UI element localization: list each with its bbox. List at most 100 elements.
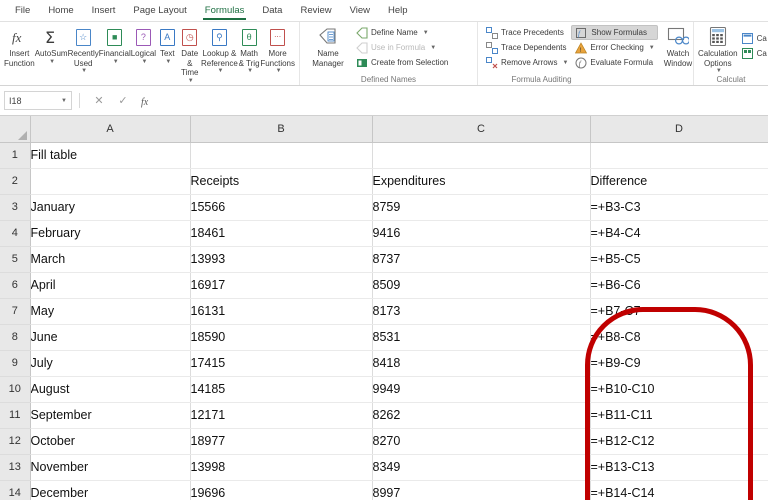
cell-B11[interactable]: 12171 xyxy=(190,402,372,428)
row-header-10[interactable]: 10 xyxy=(0,376,30,402)
tab-review[interactable]: Review xyxy=(291,0,340,22)
logical-button[interactable]: ? Logical ▼ xyxy=(131,24,156,65)
cell-A12[interactable]: October xyxy=(30,428,190,454)
watch-window-button[interactable]: Watch Window xyxy=(664,24,692,68)
row-header-1[interactable]: 1 xyxy=(0,142,30,168)
cell-A6[interactable]: April xyxy=(30,272,190,298)
cell-A3[interactable]: January xyxy=(30,194,190,220)
chevron-down-icon[interactable]: ▼ xyxy=(81,68,87,74)
cell-C11[interactable]: 8262 xyxy=(372,402,590,428)
row-header-13[interactable]: 13 xyxy=(0,454,30,480)
chevron-down-icon[interactable]: ▼ xyxy=(217,68,223,74)
cell-A9[interactable]: July xyxy=(30,350,190,376)
cell-B5[interactable]: 13993 xyxy=(190,246,372,272)
trace-dependents-button[interactable]: Trace Dependents xyxy=(482,40,571,55)
chevron-down-icon[interactable]: ▼ xyxy=(430,45,436,51)
enter-icon[interactable]: ✓ xyxy=(111,91,135,110)
chevron-down-icon[interactable]: ▼ xyxy=(61,98,67,104)
cell-A8[interactable]: June xyxy=(30,324,190,350)
cell-B2[interactable]: Receipts xyxy=(190,168,372,194)
show-formulas-button[interactable]: f Show Formulas xyxy=(571,25,657,40)
formula-input[interactable] xyxy=(163,91,768,110)
tab-data[interactable]: Data xyxy=(253,0,291,22)
cell-D5[interactable]: =+B5-C5 xyxy=(590,246,768,272)
cell-A14[interactable]: December xyxy=(30,480,190,500)
create-from-selection-button[interactable]: Create from Selection xyxy=(352,55,451,70)
row-header-5[interactable]: 5 xyxy=(0,246,30,272)
cell-C4[interactable]: 9416 xyxy=(372,220,590,246)
cell-C13[interactable]: 8349 xyxy=(372,454,590,480)
calculation-options-button[interactable]: Calculation Options ▼ xyxy=(698,24,738,74)
date-time-button[interactable]: ◷ Date & Time ▼ xyxy=(179,24,201,84)
autosum-button[interactable]: Σ AutoSum ▼ xyxy=(35,24,68,65)
column-header-c[interactable]: C xyxy=(372,116,590,142)
cell-A7[interactable]: May xyxy=(30,298,190,324)
row-header-7[interactable]: 7 xyxy=(0,298,30,324)
financial-button[interactable]: ■ Financial ▼ xyxy=(99,24,131,65)
cell-B6[interactable]: 16917 xyxy=(190,272,372,298)
cell-B8[interactable]: 18590 xyxy=(190,324,372,350)
text-button[interactable]: A Text ▼ xyxy=(156,24,178,65)
row-header-4[interactable]: 4 xyxy=(0,220,30,246)
cancel-icon[interactable]: ✕ xyxy=(87,91,111,110)
row-header-9[interactable]: 9 xyxy=(0,350,30,376)
cell-B9[interactable]: 17415 xyxy=(190,350,372,376)
cell-D7[interactable]: =+B7-C7 xyxy=(590,298,768,324)
evaluate-formula-button[interactable]: f Evaluate Formula xyxy=(571,55,657,70)
chevron-down-icon[interactable]: ▼ xyxy=(649,45,655,51)
chevron-down-icon[interactable]: ▼ xyxy=(423,30,429,36)
remove-arrows-button[interactable]: Remove Arrows ▼ xyxy=(482,55,571,70)
recently-used-button[interactable]: ☆ Recently Used ▼ xyxy=(68,24,99,74)
cell-A10[interactable]: August xyxy=(30,376,190,402)
cell-C3[interactable]: 8759 xyxy=(372,194,590,220)
cell-D4[interactable]: =+B4-C4 xyxy=(590,220,768,246)
chevron-down-icon[interactable]: ▼ xyxy=(562,60,568,66)
cell-A2[interactable] xyxy=(30,168,190,194)
cell-A5[interactable]: March xyxy=(30,246,190,272)
tab-page-layout[interactable]: Page Layout xyxy=(124,0,195,22)
tab-help[interactable]: Help xyxy=(379,0,417,22)
calculate-now-button[interactable]: Ca xyxy=(738,31,768,46)
cell-D9[interactable]: =+B9-C9 xyxy=(590,350,768,376)
cell-C8[interactable]: 8531 xyxy=(372,324,590,350)
trace-precedents-button[interactable]: Trace Precedents xyxy=(482,25,571,40)
cell-D3[interactable]: =+B3-C3 xyxy=(590,194,768,220)
row-header-8[interactable]: 8 xyxy=(0,324,30,350)
cell-C2[interactable]: Expenditures xyxy=(372,168,590,194)
name-box[interactable]: I18 ▼ xyxy=(4,91,72,110)
name-manager-button[interactable]: Name Manager xyxy=(304,24,352,68)
cell-C5[interactable]: 8737 xyxy=(372,246,590,272)
lookup-reference-button[interactable]: ⚲ Lookup & Reference ▼ xyxy=(201,24,238,74)
cell-C9[interactable]: 8418 xyxy=(372,350,590,376)
chevron-down-icon[interactable]: ▼ xyxy=(113,59,119,65)
cell-D11[interactable]: =+B11-C11 xyxy=(590,402,768,428)
row-header-12[interactable]: 12 xyxy=(0,428,30,454)
cell-D2[interactable]: Difference xyxy=(590,168,768,194)
chevron-down-icon[interactable]: ▼ xyxy=(276,68,282,74)
cell-D12[interactable]: =+B12-C12 xyxy=(590,428,768,454)
define-name-button[interactable]: Define Name ▼ xyxy=(352,25,451,40)
chevron-down-icon[interactable]: ▼ xyxy=(165,59,171,65)
cell-C1[interactable] xyxy=(372,142,590,168)
more-functions-button[interactable]: ⋯ More Functions ▼ xyxy=(260,24,295,74)
cell-A13[interactable]: November xyxy=(30,454,190,480)
cell-B7[interactable]: 16131 xyxy=(190,298,372,324)
cell-B3[interactable]: 15566 xyxy=(190,194,372,220)
cell-A11[interactable]: September xyxy=(30,402,190,428)
cell-C7[interactable]: 8173 xyxy=(372,298,590,324)
cell-A1[interactable]: Fill table xyxy=(30,142,190,168)
tab-home[interactable]: Home xyxy=(39,0,82,22)
cell-B13[interactable]: 13998 xyxy=(190,454,372,480)
cell-D8[interactable]: =+B8-C8 xyxy=(590,324,768,350)
column-header-d[interactable]: D xyxy=(590,116,768,142)
cell-D6[interactable]: =+B6-C6 xyxy=(590,272,768,298)
chevron-down-icon[interactable]: ▼ xyxy=(141,59,147,65)
cell-B4[interactable]: 18461 xyxy=(190,220,372,246)
row-header-2[interactable]: 2 xyxy=(0,168,30,194)
row-header-11[interactable]: 11 xyxy=(0,402,30,428)
cell-C6[interactable]: 8509 xyxy=(372,272,590,298)
tab-file[interactable]: File xyxy=(6,0,39,22)
cell-B12[interactable]: 18977 xyxy=(190,428,372,454)
row-header-6[interactable]: 6 xyxy=(0,272,30,298)
cell-C14[interactable]: 8997 xyxy=(372,480,590,500)
